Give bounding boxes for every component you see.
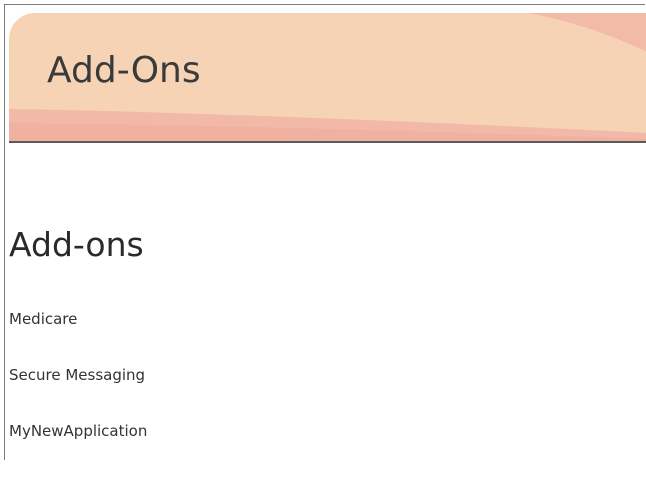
header-banner: Add-Ons bbox=[9, 13, 646, 143]
page-title: Add-Ons bbox=[47, 50, 201, 91]
addon-item-secure-messaging[interactable]: Secure Messaging bbox=[9, 366, 147, 384]
addons-heading: Add-ons bbox=[9, 225, 144, 264]
header-divider bbox=[9, 141, 646, 143]
addon-item-medicare[interactable]: Medicare bbox=[9, 310, 147, 328]
addon-list: Medicare Secure Messaging MyNewApplicati… bbox=[9, 310, 147, 478]
addon-item-mynewapplication[interactable]: MyNewApplication bbox=[9, 422, 147, 440]
